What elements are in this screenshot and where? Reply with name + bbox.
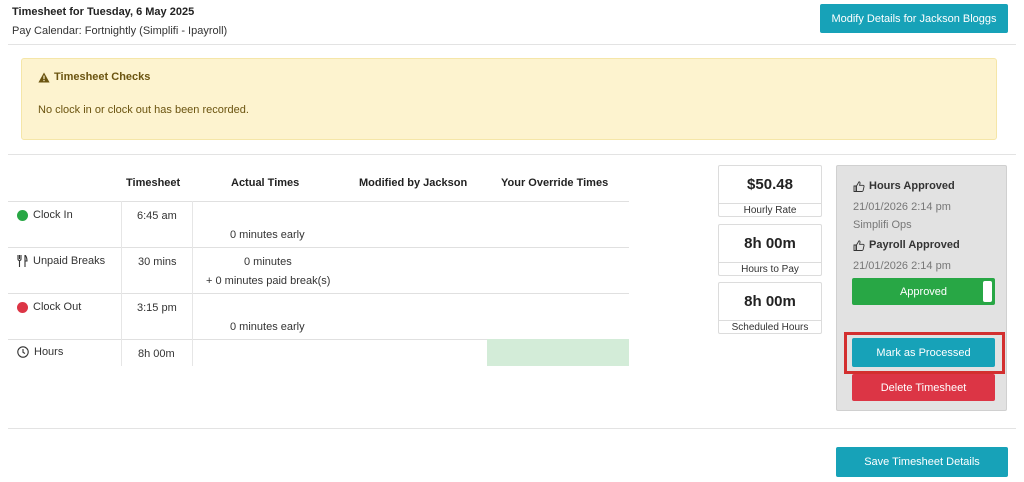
clock-icon bbox=[17, 346, 29, 358]
divider bbox=[8, 44, 1016, 45]
unpaid-breaks-timesheet-value: 30 mins bbox=[138, 256, 177, 268]
col-header-actual-times: Actual Times bbox=[231, 177, 300, 189]
divider bbox=[8, 154, 1016, 155]
row-label: Hours bbox=[34, 346, 64, 358]
col-header-modified-by: Modified by Jackson bbox=[359, 177, 468, 189]
table-col-divider bbox=[121, 201, 122, 366]
row-label: Clock In bbox=[33, 209, 73, 221]
payroll-approved-label: Payroll Approved bbox=[869, 239, 960, 251]
hours-approved-title: Hours Approved bbox=[853, 180, 955, 192]
page-title: Timesheet for Tuesday, 6 May 2025 bbox=[12, 6, 195, 18]
hours-approved-label: Hours Approved bbox=[869, 180, 955, 192]
alert-title-row: Timesheet Checks bbox=[38, 71, 150, 83]
hours-to-pay-value: 8h 00m bbox=[744, 235, 796, 252]
clock-out-actual-value: 0 minutes early bbox=[230, 321, 305, 333]
pay-calendar-label: Pay Calendar: Fortnightly (Simplifi - Ip… bbox=[12, 25, 228, 37]
approved-toggle[interactable]: Approved bbox=[852, 278, 995, 305]
hours-to-pay-label: Hours to Pay bbox=[719, 262, 821, 275]
hours-approved-by: Simplifi Ops bbox=[853, 219, 912, 231]
scheduled-hours-value: 8h 00m bbox=[744, 293, 796, 310]
hourly-rate-value: $50.48 bbox=[747, 176, 793, 193]
table-row-clock-out: Clock Out bbox=[17, 301, 81, 313]
table-row-hours: Hours bbox=[17, 346, 63, 358]
clock-out-timesheet-value: 3:15 pm bbox=[137, 302, 177, 314]
hourly-rate-label: Hourly Rate bbox=[719, 203, 821, 216]
timesheet-checks-alert: Timesheet Checks No clock in or clock ou… bbox=[21, 58, 997, 140]
hourly-rate-box: $50.48 Hourly Rate bbox=[718, 165, 822, 217]
thumbs-up-icon bbox=[853, 239, 865, 251]
clock-out-dot-icon bbox=[17, 301, 28, 313]
clock-in-timesheet-value: 6:45 am bbox=[137, 210, 177, 222]
table-row-divider bbox=[8, 201, 629, 202]
thumbs-up-icon bbox=[853, 180, 865, 192]
col-header-timesheet: Timesheet bbox=[126, 177, 181, 189]
modify-details-button[interactable]: Modify Details for Jackson Bloggs bbox=[820, 4, 1008, 33]
warning-icon bbox=[38, 72, 50, 82]
scheduled-hours-label: Scheduled Hours bbox=[719, 320, 821, 333]
payroll-approved-date: 21/01/2026 2:14 pm bbox=[853, 260, 951, 272]
row-label: Clock Out bbox=[33, 301, 82, 313]
paid-break-note: + 0 minutes paid break(s) bbox=[206, 275, 331, 287]
alert-title: Timesheet Checks bbox=[54, 71, 151, 83]
unpaid-breaks-actual-value: 0 minutes bbox=[244, 256, 292, 268]
cutlery-icon bbox=[17, 255, 28, 267]
toggle-knob bbox=[983, 281, 992, 302]
row-label: Unpaid Breaks bbox=[33, 255, 106, 267]
table-row-unpaid-breaks: Unpaid Breaks bbox=[17, 255, 105, 267]
highlight-box bbox=[844, 332, 1005, 374]
payroll-approved-title: Payroll Approved bbox=[853, 239, 960, 251]
clock-in-dot-icon bbox=[17, 209, 28, 221]
table-row-clock-in: Clock In bbox=[17, 209, 73, 221]
table-col-divider bbox=[192, 201, 193, 366]
hours-approved-date: 21/01/2026 2:14 pm bbox=[853, 201, 951, 213]
approved-toggle-label: Approved bbox=[899, 285, 948, 298]
save-timesheet-button[interactable]: Save Timesheet Details bbox=[836, 447, 1008, 477]
override-hours-field[interactable] bbox=[487, 339, 629, 366]
scheduled-hours-box: 8h 00m Scheduled Hours bbox=[718, 282, 822, 334]
table-row-divider bbox=[8, 293, 629, 294]
col-header-override-times: Your Override Times bbox=[501, 177, 609, 189]
delete-timesheet-button[interactable]: Delete Timesheet bbox=[852, 374, 995, 401]
hours-timesheet-value: 8h 00m bbox=[138, 348, 175, 360]
divider bbox=[8, 428, 1016, 429]
table-row-divider bbox=[8, 247, 629, 248]
alert-message: No clock in or clock out has been record… bbox=[38, 104, 249, 116]
hours-to-pay-box: 8h 00m Hours to Pay bbox=[718, 224, 822, 276]
clock-in-actual-value: 0 minutes early bbox=[230, 229, 305, 241]
